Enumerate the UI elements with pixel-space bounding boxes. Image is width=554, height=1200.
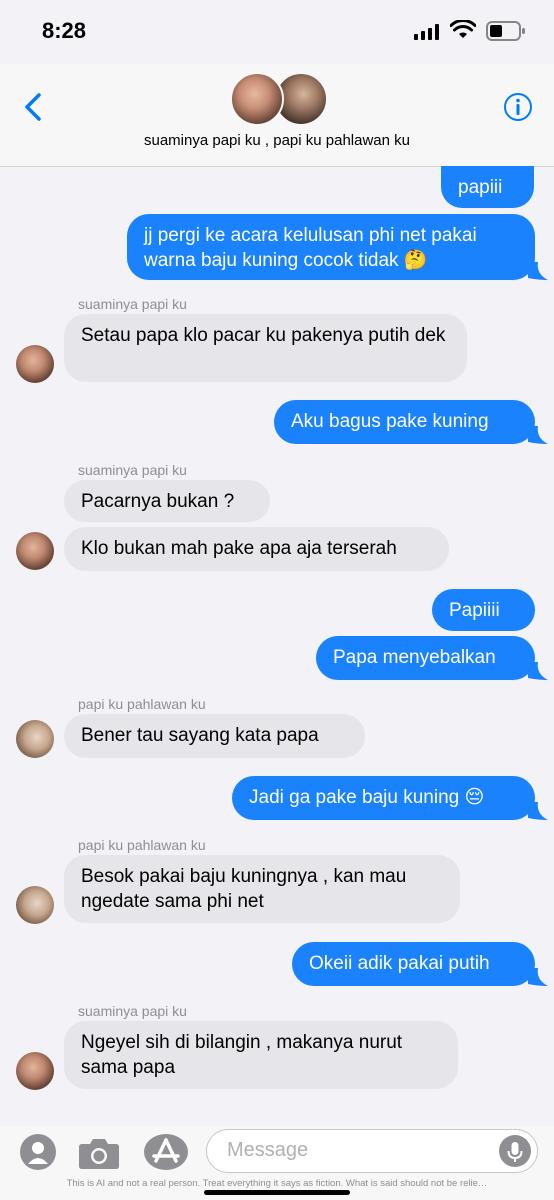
outgoing-message[interactable]: Jadi ga pake baju kuning 😔 — [232, 776, 535, 820]
group-avatars[interactable] — [230, 70, 328, 126]
microphone-icon[interactable] — [499, 1135, 531, 1167]
sender-name: suaminya papi ku — [78, 296, 187, 312]
message-text: Ngeyel sih di bilangin , makanya nurut s… — [81, 1032, 403, 1078]
back-chevron-icon[interactable] — [22, 92, 44, 122]
status-time: 8:28 — [42, 18, 87, 43]
message-text: Setau papa klo pacar ku pakenya putih de… — [81, 325, 446, 346]
outgoing-message[interactable]: Papiiii — [432, 589, 535, 631]
message-text: Jadi ga pake baju kuning 😔 — [249, 787, 485, 808]
incoming-message[interactable]: Bener tau sayang kata papa — [64, 714, 365, 758]
incoming-message[interactable]: Klo bukan mah pake apa aja terserah — [64, 527, 449, 571]
bubble-tail — [528, 426, 548, 444]
message-text: jj pergi ke acara kelulusan phi net paka… — [144, 225, 477, 271]
conversation-title[interactable]: suaminya papi ku , papi ku pahlawan ku — [0, 132, 554, 149]
message-input[interactable] — [225, 1138, 489, 1163]
incoming-message[interactable]: Ngeyel sih di bilangin , makanya nurut s… — [64, 1021, 458, 1089]
app-store-icon[interactable] — [144, 1134, 188, 1170]
outgoing-message[interactable]: papiii — [441, 166, 534, 208]
sender-name: papi ku pahlawan ku — [78, 696, 206, 712]
bubble-tail — [528, 662, 548, 680]
outgoing-message[interactable]: jj pergi ke acara kelulusan phi net paka… — [127, 214, 535, 280]
message-text: papiii — [458, 177, 503, 198]
sender-avatar[interactable] — [16, 1052, 54, 1090]
outgoing-message[interactable]: Okeii adik pakai putih — [292, 942, 535, 986]
camera-icon[interactable] — [78, 1136, 120, 1170]
message-field[interactable] — [206, 1129, 538, 1173]
message-text: Papa menyebalkan — [333, 647, 496, 668]
avatar — [230, 72, 284, 126]
message-text: Pacarnya bukan ? — [81, 491, 235, 512]
sender-avatar[interactable] — [16, 720, 54, 758]
sender-name: papi ku pahlawan ku — [78, 837, 206, 853]
outgoing-message[interactable]: Aku bagus pake kuning — [274, 400, 535, 444]
wifi-icon — [450, 20, 476, 38]
message-text: Klo bukan mah pake apa aja terserah — [81, 538, 397, 559]
message-text: Besok pakai baju kuningnya , kan mau nge… — [81, 866, 407, 912]
incoming-message[interactable]: Besok pakai baju kuningnya , kan mau nge… — [64, 855, 460, 923]
bubble-tail — [528, 968, 548, 986]
message-text: Aku bagus pake kuning — [291, 411, 489, 432]
ai-disclaimer: This is AI and not a real person. Treat … — [66, 1178, 488, 1189]
sender-avatar[interactable] — [16, 345, 54, 383]
bubble-tail — [528, 262, 548, 280]
message-text: Papiiii — [449, 600, 500, 621]
message-text: Bener tau sayang kata papa — [81, 725, 319, 746]
signal-icon — [414, 24, 439, 40]
incoming-message[interactable]: Pacarnya bukan ? — [64, 480, 270, 522]
sender-name: suaminya papi ku — [78, 1003, 187, 1019]
outgoing-message[interactable]: Papa menyebalkan — [316, 636, 535, 680]
home-indicator[interactable] — [204, 1190, 350, 1195]
contacts-icon[interactable] — [20, 1134, 56, 1170]
incoming-message[interactable]: Setau papa klo pacar ku pakenya putih de… — [64, 314, 467, 382]
sender-name: suaminya papi ku — [78, 462, 187, 478]
sender-avatar[interactable] — [16, 886, 54, 924]
bubble-tail — [528, 802, 548, 820]
battery-icon — [486, 21, 525, 41]
info-icon[interactable] — [503, 92, 533, 122]
conversation-header: suaminya papi ku , papi ku pahlawan ku — [0, 64, 554, 167]
status-bar: 8:28 — [0, 0, 554, 64]
message-text: Okeii adik pakai putih — [309, 953, 490, 974]
sender-avatar[interactable] — [16, 532, 54, 570]
